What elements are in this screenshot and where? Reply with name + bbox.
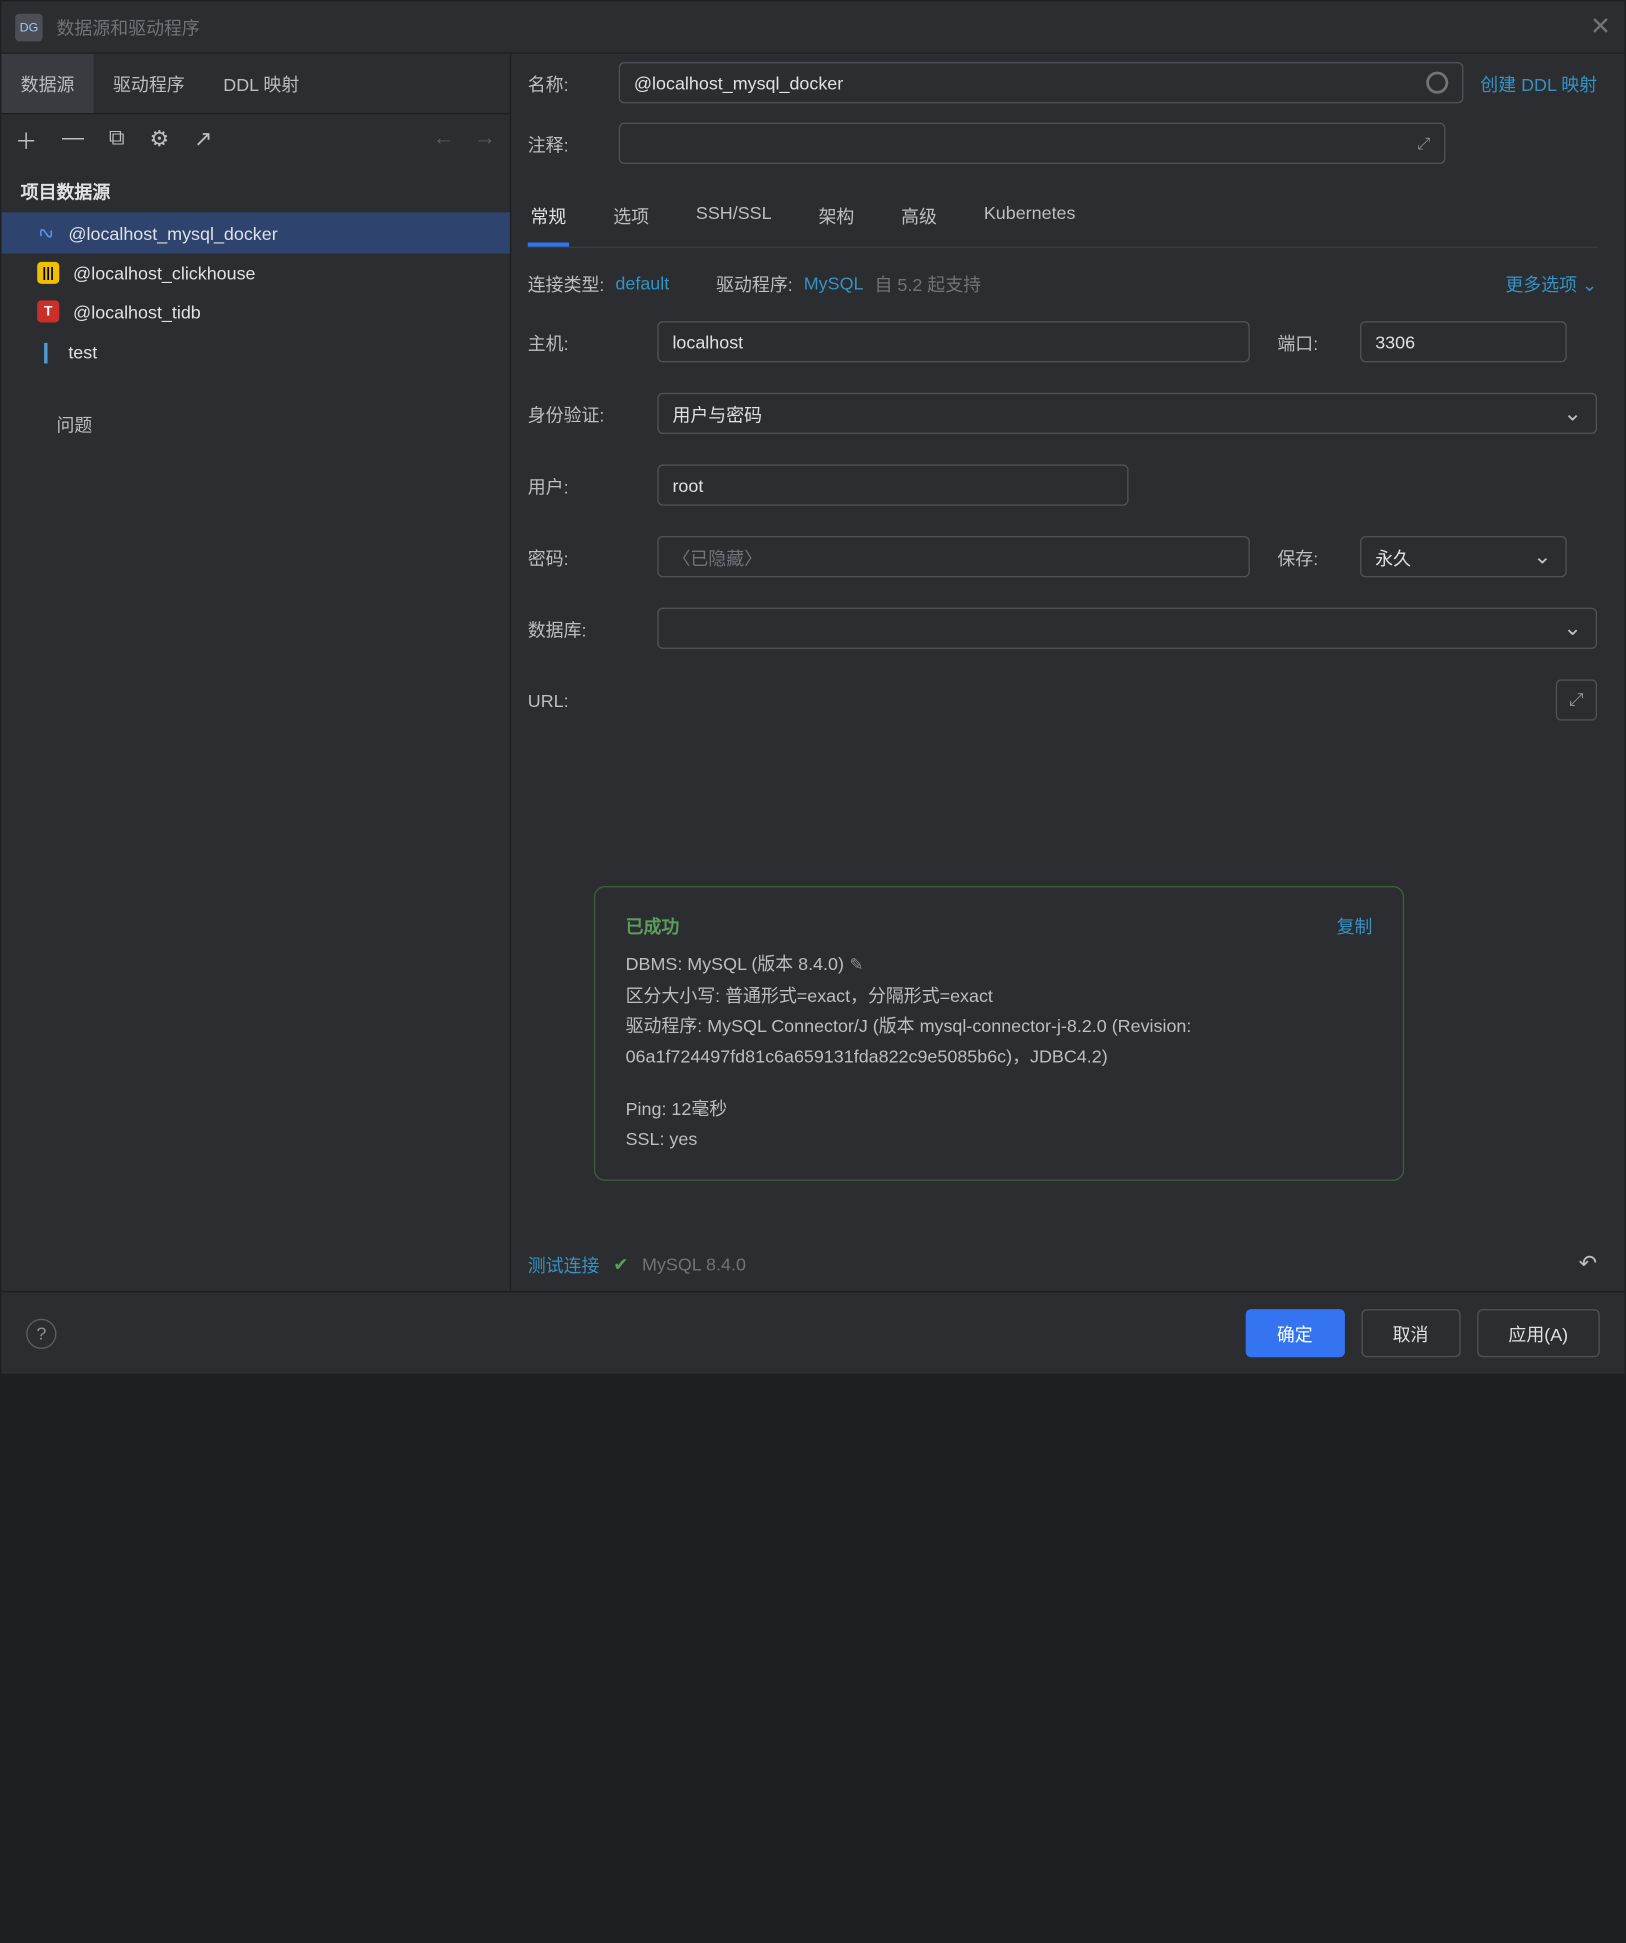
- auth-select[interactable]: 用户与密码: [657, 393, 1597, 434]
- tidb-icon: T: [37, 300, 59, 322]
- database-select[interactable]: [657, 608, 1597, 649]
- user-input[interactable]: root: [657, 464, 1128, 505]
- datasource-label: @localhost_clickhouse: [73, 263, 255, 284]
- success-case: 区分大小写: 普通形式=exact，分隔形式=exact: [626, 980, 1373, 1010]
- left-panel: 数据源 驱动程序 DDL 映射 ＋ — ⧉ ⚙ ↗ ← → 项目数据源 ∿: [1, 54, 511, 1291]
- success-panel: 已成功 复制 DBMS: MySQL (版本 8.4.0) ✎ 区分大小写: 普通…: [594, 887, 1404, 1181]
- add-icon[interactable]: ＋: [15, 123, 37, 156]
- app-icon: DG: [15, 13, 43, 41]
- success-ping: Ping: 12毫秒: [626, 1094, 1373, 1124]
- revert-icon[interactable]: ↶: [1579, 1250, 1597, 1278]
- makeglobal-icon[interactable]: ↗: [194, 125, 212, 153]
- success-title: 已成功: [626, 913, 680, 939]
- port-input[interactable]: 3306: [1360, 321, 1567, 362]
- left-toolbar: ＋ — ⧉ ⚙ ↗ ← →: [1, 114, 509, 164]
- maximize-icon[interactable]: ⤢: [1556, 679, 1597, 720]
- ok-button[interactable]: 确定: [1245, 1309, 1344, 1357]
- host-label: 主机:: [528, 329, 630, 355]
- datasource-item-mysql[interactable]: ∿ @localhost_mysql_docker: [1, 212, 509, 253]
- driver-label: 驱动程序:: [716, 270, 793, 296]
- more-options-link[interactable]: 更多选项 ⌄: [1505, 270, 1597, 296]
- expand-icon[interactable]: ⤢: [1417, 133, 1430, 154]
- password-label: 密码:: [528, 544, 630, 570]
- conn-type-value[interactable]: default: [615, 273, 669, 294]
- name-label: 名称:: [528, 70, 602, 96]
- port-label: 端口:: [1277, 329, 1332, 355]
- save-label: 保存:: [1277, 544, 1332, 570]
- datasource-item-test[interactable]: ❙ test: [1, 331, 509, 372]
- back-icon[interactable]: ←: [433, 127, 455, 152]
- tab-datasources[interactable]: 数据源: [1, 54, 93, 113]
- right-panel: 名称: @localhost_mysql_docker 创建 DDL 映射 注释…: [511, 54, 1624, 1291]
- host-input[interactable]: localhost: [657, 321, 1250, 362]
- close-icon[interactable]: ✕: [1590, 12, 1611, 41]
- tab-advanced[interactable]: 高级: [898, 203, 939, 247]
- left-tabs: 数据源 驱动程序 DDL 映射: [1, 54, 509, 115]
- help-icon[interactable]: ?: [26, 1318, 56, 1348]
- tab-options[interactable]: 选项: [610, 203, 651, 247]
- tab-drivers[interactable]: 驱动程序: [94, 54, 204, 113]
- tab-kubernetes[interactable]: Kubernetes: [981, 203, 1078, 247]
- driver-since: 自 5.2 起支持: [875, 270, 982, 296]
- success-dbms: DBMS: MySQL (版本 8.4.0): [626, 954, 844, 975]
- problems-node[interactable]: 问题: [1, 402, 509, 445]
- test-connection-link[interactable]: 测试连接: [528, 1251, 600, 1277]
- comment-label: 注释:: [528, 130, 602, 156]
- settings-icon[interactable]: ⚙: [149, 125, 169, 153]
- forward-icon[interactable]: →: [474, 127, 496, 152]
- database-label: 数据库:: [528, 615, 630, 641]
- name-input[interactable]: @localhost_mysql_docker: [619, 62, 1464, 103]
- color-ring-icon[interactable]: [1427, 72, 1449, 94]
- tab-general[interactable]: 常规: [528, 203, 569, 247]
- pencil-icon[interactable]: ✎: [849, 956, 863, 975]
- tab-ddl-mapping[interactable]: DDL 映射: [204, 54, 319, 113]
- title-bar: DG 数据源和驱动程序 ✕: [1, 1, 1624, 53]
- detail-tabs: 常规 选项 SSH/SSL 架构 高级 Kubernetes: [528, 203, 1597, 248]
- apply-button[interactable]: 应用(A): [1477, 1309, 1600, 1357]
- check-icon: ✔: [613, 1253, 628, 1275]
- success-driver: 驱动程序: MySQL Connector/J (版本 mysql-connec…: [626, 1011, 1373, 1072]
- success-ssl: SSL: yes: [626, 1124, 1373, 1154]
- chevron-down-icon: ⌄: [1582, 274, 1597, 295]
- copy-link[interactable]: 复制: [1337, 913, 1373, 939]
- datasource-item-tidb[interactable]: T @localhost_tidb: [1, 292, 509, 331]
- copy-icon[interactable]: ⧉: [109, 127, 125, 152]
- mysql-icon: ∿: [33, 218, 58, 247]
- tab-schemas[interactable]: 架构: [816, 203, 857, 247]
- auth-label: 身份验证:: [528, 400, 630, 426]
- window-title: 数据源和驱动程序: [56, 14, 199, 40]
- conn-type-label: 连接类型:: [528, 270, 605, 296]
- section-project-datasources: 项目数据源: [1, 164, 509, 212]
- button-bar: ? 确定 取消 应用(A): [1, 1291, 1624, 1374]
- clickhouse-icon: |||: [37, 262, 59, 284]
- user-label: 用户:: [528, 472, 630, 498]
- datasource-label: test: [68, 341, 97, 362]
- postgres-icon: ❙: [37, 339, 54, 364]
- create-ddl-link[interactable]: 创建 DDL 映射: [1480, 70, 1597, 96]
- cancel-button[interactable]: 取消: [1361, 1309, 1460, 1357]
- remove-icon[interactable]: —: [62, 127, 84, 152]
- datasource-label: @localhost_mysql_docker: [68, 223, 277, 244]
- password-input[interactable]: 〈已隐藏〉: [657, 536, 1250, 577]
- comment-input[interactable]: ⤢: [619, 123, 1446, 164]
- tab-ssh[interactable]: SSH/SSL: [693, 203, 774, 247]
- datasource-tree: ∿ @localhost_mysql_docker ||| @localhost…: [1, 212, 509, 1291]
- test-version: MySQL 8.4.0: [642, 1254, 746, 1275]
- datasource-item-clickhouse[interactable]: ||| @localhost_clickhouse: [1, 254, 509, 293]
- url-label: URL:: [528, 690, 630, 711]
- save-select[interactable]: 永久: [1360, 536, 1567, 577]
- datasource-label: @localhost_tidb: [73, 301, 201, 322]
- driver-value[interactable]: MySQL: [804, 273, 864, 294]
